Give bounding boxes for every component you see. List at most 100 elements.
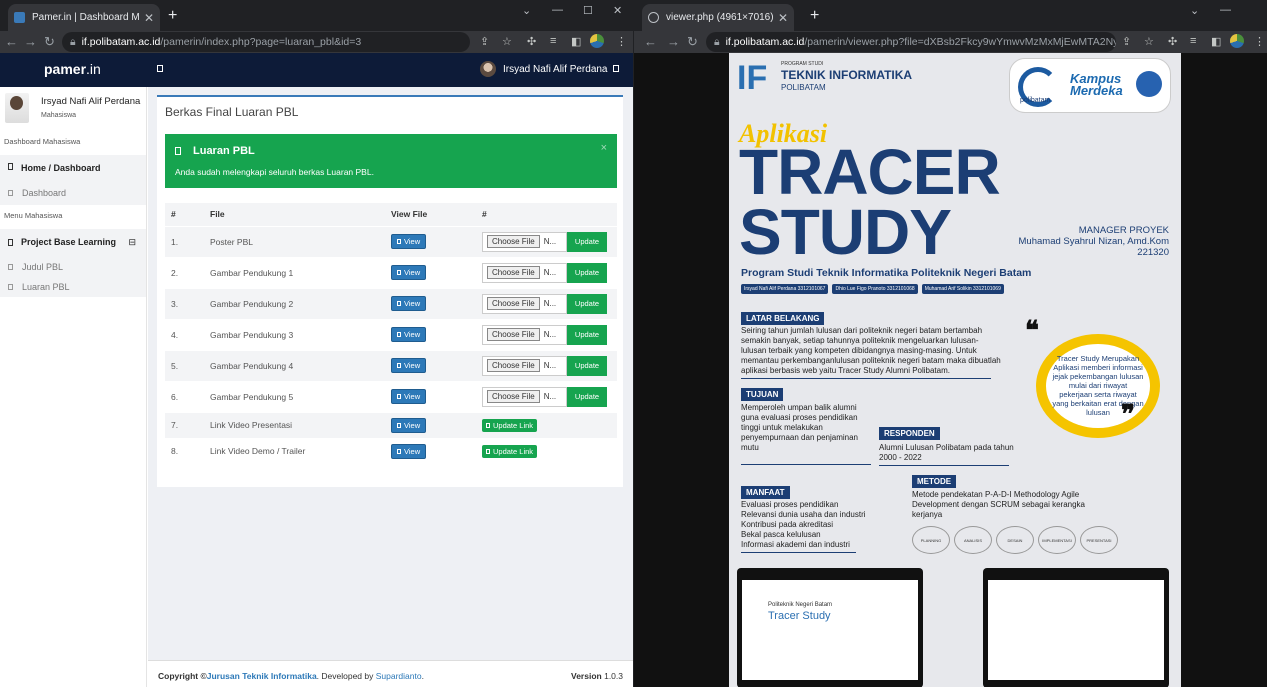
luaran-table: # File View File # 1. Poster PBL View Choos…: [165, 203, 617, 464]
profile-avatar-icon[interactable]: [1230, 34, 1244, 48]
file-input[interactable]: Choose File N...: [482, 231, 567, 252]
back-icon[interactable]: ←: [644, 34, 657, 49]
reading-list-icon[interactable]: ≡: [550, 35, 556, 47]
file-input[interactable]: Choose File N...: [482, 386, 567, 407]
logout-icon[interactable]: [613, 65, 619, 72]
side-panel-icon[interactable]: ◧: [571, 35, 581, 48]
alert-close-icon[interactable]: ×: [601, 142, 607, 154]
reload-icon[interactable]: ↻: [44, 34, 55, 50]
view-icon: [397, 301, 401, 306]
globe-icon: [648, 12, 659, 23]
address-bar-row-right: ← → ↻ 🔒︎ if.polibatam.ac.id/pamerin/view…: [634, 31, 1267, 53]
view-button[interactable]: View: [391, 265, 427, 280]
update-button[interactable]: Update: [567, 355, 607, 376]
update-button[interactable]: Update: [567, 386, 607, 407]
minimize-icon[interactable]: —: [552, 4, 563, 16]
reload-icon[interactable]: ↻: [687, 34, 698, 50]
file-input[interactable]: Choose File N...: [482, 355, 567, 376]
bookmark-star-icon[interactable]: ☆: [1144, 35, 1154, 48]
sidebar-toggle-icon[interactable]: [157, 65, 163, 72]
poster-image: IF PROGRAM STUDI TEKNIK INFORMATIKA POLI…: [729, 53, 1181, 687]
reading-list-icon[interactable]: ≡: [1190, 35, 1196, 47]
menu-kebab-icon[interactable]: ⋮: [1254, 35, 1265, 48]
url-field[interactable]: 🔒︎ if.polibatam.ac.id/pamerin/index.php?…: [62, 32, 470, 52]
sidebar-group-pbl[interactable]: Project Base Learning ⊟: [0, 229, 146, 255]
poster-program-studi: PROGRAM STUDI: [781, 61, 824, 67]
file-input[interactable]: Choose File N...: [482, 293, 567, 314]
new-tab-icon[interactable]: +: [168, 7, 177, 25]
back-icon[interactable]: ←: [5, 34, 18, 49]
footer-dept-link[interactable]: Jurusan Teknik Informatika: [207, 671, 317, 681]
file-input[interactable]: Choose File N...: [482, 324, 567, 345]
poster-manager: MANAGER PROYEK Muhamad Syahrul Nizan, Am…: [1018, 225, 1169, 258]
file-upload-group: Choose File N... Update: [482, 231, 607, 252]
alert-heading: Luaran PBL: [175, 145, 255, 157]
check-icon: [175, 147, 181, 155]
extensions-icon[interactable]: ✣: [1168, 35, 1177, 48]
forward-icon[interactable]: →: [667, 34, 680, 49]
browser-window-left: Pamer.in | Dashboard Mahasiswa ✕ + ⌄ — ☐…: [0, 0, 633, 687]
tab-search-icon[interactable]: ⌄: [522, 4, 531, 17]
view-button[interactable]: View: [391, 327, 427, 342]
poster-manfaat-list: Evaluasi proses pendidikan Relevansi dun…: [741, 500, 866, 549]
minimize-icon[interactable]: —: [1220, 4, 1231, 16]
share-icon[interactable]: ⇪: [480, 35, 489, 48]
table-row: 1. Poster PBL View Choose File N... Update: [165, 225, 617, 257]
poster-method-steps: PLANNING ANALISIS DESAIN IMPLEMENTASI PR…: [912, 526, 1118, 554]
table-row: 7. Link Video Presentasi View Update Link: [165, 411, 617, 438]
side-panel-icon[interactable]: ◧: [1211, 35, 1221, 48]
home-icon: [8, 163, 13, 170]
update-button[interactable]: Update: [567, 231, 607, 252]
update-button[interactable]: Update: [567, 324, 607, 345]
sidebar-item-dashboard[interactable]: Dashboard: [8, 188, 66, 198]
poster-responden-title: RESPONDEN: [879, 427, 940, 440]
extensions-icon[interactable]: ✣: [527, 35, 536, 48]
file-input[interactable]: Choose File N...: [482, 262, 567, 283]
tab-title-right: viewer.php (4961×7016): [666, 12, 774, 23]
row-file-name: Gambar Pendukung 2: [210, 287, 391, 319]
update-link-button[interactable]: Update Link: [482, 444, 538, 458]
browser-window-right: viewer.php (4961×7016) ✕ + ⌄ — ← → ↻ 🔒︎ …: [634, 0, 1267, 687]
user-avatar[interactable]: [480, 61, 496, 77]
window-close-icon[interactable]: ✕: [613, 4, 622, 17]
close-tab-icon[interactable]: ✕: [144, 11, 154, 25]
poster-tujuan-title: TUJUAN: [741, 388, 784, 401]
view-button[interactable]: View: [391, 389, 427, 404]
footer-dev-link[interactable]: Supardianto: [376, 671, 422, 681]
topbar-user-name[interactable]: Irsyad Nafi Alif Perdana: [503, 64, 608, 75]
share-icon[interactable]: ⇪: [1122, 35, 1131, 48]
bookmark-star-icon[interactable]: ☆: [502, 35, 512, 48]
app-brand[interactable]: pamer.in: [44, 61, 101, 77]
url-host-right: if.polibatam.ac.id: [725, 36, 805, 48]
update-link-button[interactable]: Update Link: [482, 418, 538, 432]
new-tab-icon[interactable]: +: [810, 7, 819, 25]
sidebar-group-pbl-label: Project Base Learning: [21, 237, 117, 247]
browser-tab-viewer[interactable]: viewer.php (4961×7016) ✕: [642, 4, 794, 31]
view-button[interactable]: View: [391, 443, 427, 459]
update-button[interactable]: Update: [567, 293, 607, 314]
table-row: 6. Gambar Pendukung 5 View Choose File N... U…: [165, 380, 617, 412]
row-number: 2.: [165, 256, 210, 288]
sidebar-item-judul-pbl[interactable]: Judul PBL: [8, 262, 63, 272]
maximize-icon[interactable]: ☐: [583, 4, 593, 17]
browser-tab-pamerin[interactable]: Pamer.in | Dashboard Mahasiswa ✕: [8, 4, 160, 31]
poster-metode-title: METODE: [912, 475, 957, 488]
close-tab-icon[interactable]: ✕: [778, 11, 788, 25]
update-button[interactable]: Update: [567, 262, 607, 283]
view-button[interactable]: View: [391, 234, 427, 249]
view-button[interactable]: View: [391, 417, 427, 433]
sidebar: Irsyad Nafi Alif Perdana Mahasiswa Dashb…: [0, 87, 147, 687]
menu-kebab-icon[interactable]: ⋮: [616, 35, 627, 48]
forward-icon[interactable]: →: [24, 34, 37, 49]
collapse-icon[interactable]: ⊟: [128, 237, 136, 248]
row-file-name: Link Video Demo / Trailer: [210, 437, 391, 464]
view-button[interactable]: View: [391, 358, 427, 373]
profile-avatar-icon[interactable]: [590, 34, 604, 48]
col-action: #: [482, 203, 617, 226]
view-button[interactable]: View: [391, 296, 427, 311]
tab-search-icon[interactable]: ⌄: [1190, 4, 1199, 17]
view-icon: [397, 422, 401, 428]
url-field-right[interactable]: 🔒︎ if.polibatam.ac.id/pamerin/viewer.php…: [706, 32, 1116, 52]
sidebar-item-luaran-pbl[interactable]: Luaran PBL: [8, 282, 70, 292]
col-view-file: View File: [391, 203, 482, 226]
